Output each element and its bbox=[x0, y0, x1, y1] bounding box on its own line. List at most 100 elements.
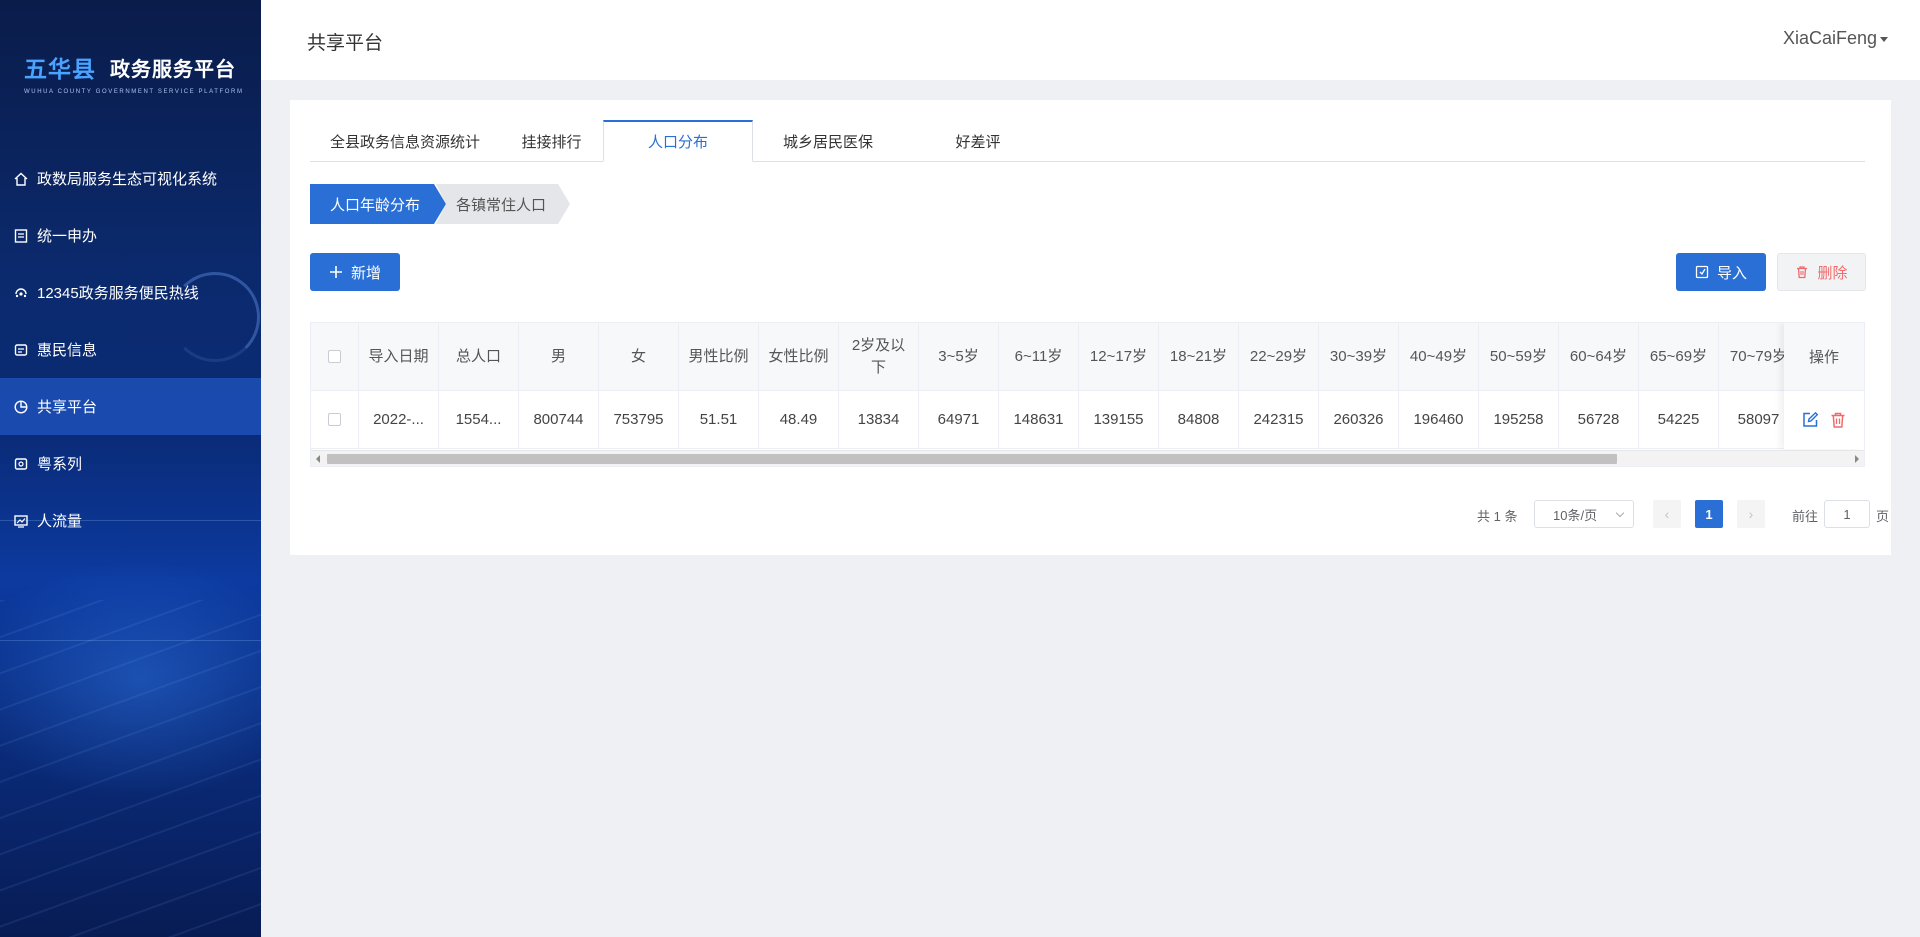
next-page-button[interactable]: › bbox=[1737, 500, 1765, 528]
goto-page-input[interactable] bbox=[1824, 500, 1870, 528]
scrollbar-thumb[interactable] bbox=[327, 454, 1617, 464]
sidebar-item-hotline[interactable]: 12345政务服务便民热线 bbox=[0, 264, 261, 321]
cell-total-population: 1554... bbox=[455, 411, 502, 428]
scroll-left-icon[interactable] bbox=[316, 455, 320, 463]
sidebar-item-sharing-platform[interactable]: 共享平台 bbox=[0, 378, 261, 435]
sidebar-item-label: 政数局服务生态可视化系统 bbox=[37, 171, 218, 188]
table-cell: 64971 bbox=[919, 391, 999, 448]
delete-button[interactable]: 删除 bbox=[1777, 253, 1866, 291]
sidebar-background-pattern bbox=[0, 600, 261, 937]
column-header[interactable]: 40~49岁 bbox=[1399, 323, 1479, 390]
horizontal-scrollbar[interactable] bbox=[311, 450, 1864, 466]
sidebar-item-guangdong-series[interactable]: 粤系列 bbox=[0, 435, 261, 492]
tab-resource-statistics[interactable]: 全县政务信息资源统计 bbox=[310, 120, 500, 162]
trash-icon bbox=[1795, 265, 1809, 279]
import-button-label: 导入 bbox=[1716, 264, 1747, 282]
add-button-label: 新增 bbox=[350, 264, 381, 282]
cell-import-date: 2022-... bbox=[373, 411, 424, 428]
caret-down-icon bbox=[1880, 37, 1888, 42]
series-icon bbox=[13, 456, 29, 472]
table-cell: 13834 bbox=[839, 391, 919, 448]
table-cell: 56728 bbox=[1559, 391, 1639, 448]
scroll-right-icon[interactable] bbox=[1855, 455, 1859, 463]
column-header[interactable]: 60~64岁 bbox=[1559, 323, 1639, 390]
column-header[interactable]: 女 bbox=[599, 323, 679, 390]
pagination: 共 1 条 10条/页 ‹ 1 › 前往 页 bbox=[290, 500, 1891, 528]
sidebar-menu: 政数局服务生态可视化系统 统一申办 12345政务服务便民热线 惠民信息 共享平… bbox=[0, 150, 261, 549]
column-header[interactable]: 2岁及以下 bbox=[839, 323, 919, 390]
header-select-all bbox=[311, 323, 359, 390]
content-card: 全县政务信息资源统计 挂接排行 人口分布 城乡居民医保 好差评 人口年龄分布 各… bbox=[290, 100, 1891, 555]
step-town-population[interactable]: 各镇常住人口 bbox=[436, 184, 570, 224]
table-cell: 48.49 bbox=[759, 391, 839, 448]
sidebar-item-unified-apply[interactable]: 统一申办 bbox=[0, 207, 261, 264]
column-header[interactable]: 导入日期 bbox=[359, 323, 439, 390]
column-header[interactable]: 女性比例 bbox=[759, 323, 839, 390]
sidebar-divider bbox=[0, 640, 261, 641]
table-cell: 800744 bbox=[519, 391, 599, 448]
sidebar-item-foot-traffic[interactable]: 人流量 bbox=[0, 492, 261, 549]
sidebar-item-label: 统一申办 bbox=[37, 228, 98, 245]
import-button[interactable]: 导入 bbox=[1676, 253, 1766, 291]
data-table: 导入日期 总人口 男 女 男性比例 女性比例 2岁及以下 3~5岁 6~11岁 … bbox=[310, 322, 1865, 467]
goto-unit: 页 bbox=[1876, 509, 1890, 524]
column-header[interactable]: 总人口 bbox=[439, 323, 519, 390]
operation-header: 操作 bbox=[1784, 323, 1864, 391]
tab-mount-ranking[interactable]: 挂接排行 bbox=[500, 120, 603, 162]
import-icon bbox=[1695, 265, 1709, 279]
pie-chart-icon bbox=[13, 399, 29, 415]
column-header[interactable]: 50~59岁 bbox=[1479, 323, 1559, 390]
select-all-checkbox[interactable] bbox=[328, 350, 341, 363]
table-row[interactable]: 2022-... 1554... 800744 753795 51.51 48.… bbox=[311, 391, 1799, 449]
sidebar-item-public-info[interactable]: 惠民信息 bbox=[0, 321, 261, 378]
page-size-select[interactable]: 10条/页 bbox=[1534, 500, 1634, 528]
add-button[interactable]: 新增 bbox=[310, 253, 400, 291]
column-header[interactable]: 22~29岁 bbox=[1239, 323, 1319, 390]
table-cell: 242315 bbox=[1239, 391, 1319, 448]
user-menu[interactable]: XiaCaiFeng bbox=[1783, 28, 1888, 49]
logo-mark: 五华县 bbox=[24, 56, 96, 82]
column-header[interactable]: 18~21岁 bbox=[1159, 323, 1239, 390]
table-cell: 54225 bbox=[1639, 391, 1719, 448]
column-header[interactable]: 30~39岁 bbox=[1319, 323, 1399, 390]
pagination-total: 共 1 条 bbox=[1477, 509, 1518, 524]
plus-icon bbox=[329, 265, 343, 279]
edit-icon[interactable] bbox=[1801, 411, 1819, 429]
trash-icon[interactable] bbox=[1829, 411, 1847, 429]
row-checkbox[interactable] bbox=[328, 413, 341, 426]
prev-page-button[interactable]: ‹ bbox=[1653, 500, 1681, 528]
goto-label: 前往 bbox=[1792, 509, 1819, 524]
table-cell: 2022-... bbox=[359, 391, 439, 448]
column-header[interactable]: 男性比例 bbox=[679, 323, 759, 390]
info-icon bbox=[13, 342, 29, 358]
chevron-right-icon: › bbox=[1748, 506, 1754, 522]
table-cell: 753795 bbox=[599, 391, 679, 448]
table-cell: 260326 bbox=[1319, 391, 1399, 448]
sidebar-item-label: 人流量 bbox=[37, 513, 83, 530]
chevron-left-icon: ‹ bbox=[1664, 506, 1670, 522]
tab-review[interactable]: 好差评 bbox=[903, 120, 1053, 162]
column-header[interactable]: 3~5岁 bbox=[919, 323, 999, 390]
table-cell: 51.51 bbox=[679, 391, 759, 448]
sidebar-item-label: 12345政务服务便民热线 bbox=[37, 285, 199, 302]
home-icon bbox=[13, 171, 29, 187]
table-cell: 139155 bbox=[1079, 391, 1159, 448]
tab-medical-insurance[interactable]: 城乡居民医保 bbox=[753, 120, 903, 162]
table-header-row: 导入日期 总人口 男 女 男性比例 女性比例 2岁及以下 3~5岁 6~11岁 … bbox=[311, 323, 1799, 391]
column-header[interactable]: 12~17岁 bbox=[1079, 323, 1159, 390]
sidebar: 五华县 政务服务平台 WUHUA COUNTY GOVERNMENT SERVI… bbox=[0, 0, 261, 937]
step-age-distribution[interactable]: 人口年龄分布 bbox=[310, 184, 446, 224]
column-header[interactable]: 6~11岁 bbox=[999, 323, 1079, 390]
operation-column: 操作 bbox=[1784, 323, 1864, 449]
tab-population-distribution[interactable]: 人口分布 bbox=[603, 120, 753, 162]
form-icon bbox=[13, 228, 29, 244]
page-size-value: 10条/页 bbox=[1553, 507, 1598, 523]
page-title: 共享平台 bbox=[307, 33, 384, 54]
operation-cell bbox=[1784, 391, 1864, 449]
column-header[interactable]: 65~69岁 bbox=[1639, 323, 1719, 390]
page-number-button[interactable]: 1 bbox=[1695, 500, 1723, 528]
sidebar-item-ecosystem[interactable]: 政数局服务生态可视化系统 bbox=[0, 150, 261, 207]
table-cell: 84808 bbox=[1159, 391, 1239, 448]
column-header[interactable]: 男 bbox=[519, 323, 599, 390]
table-cell: 1554... bbox=[439, 391, 519, 448]
